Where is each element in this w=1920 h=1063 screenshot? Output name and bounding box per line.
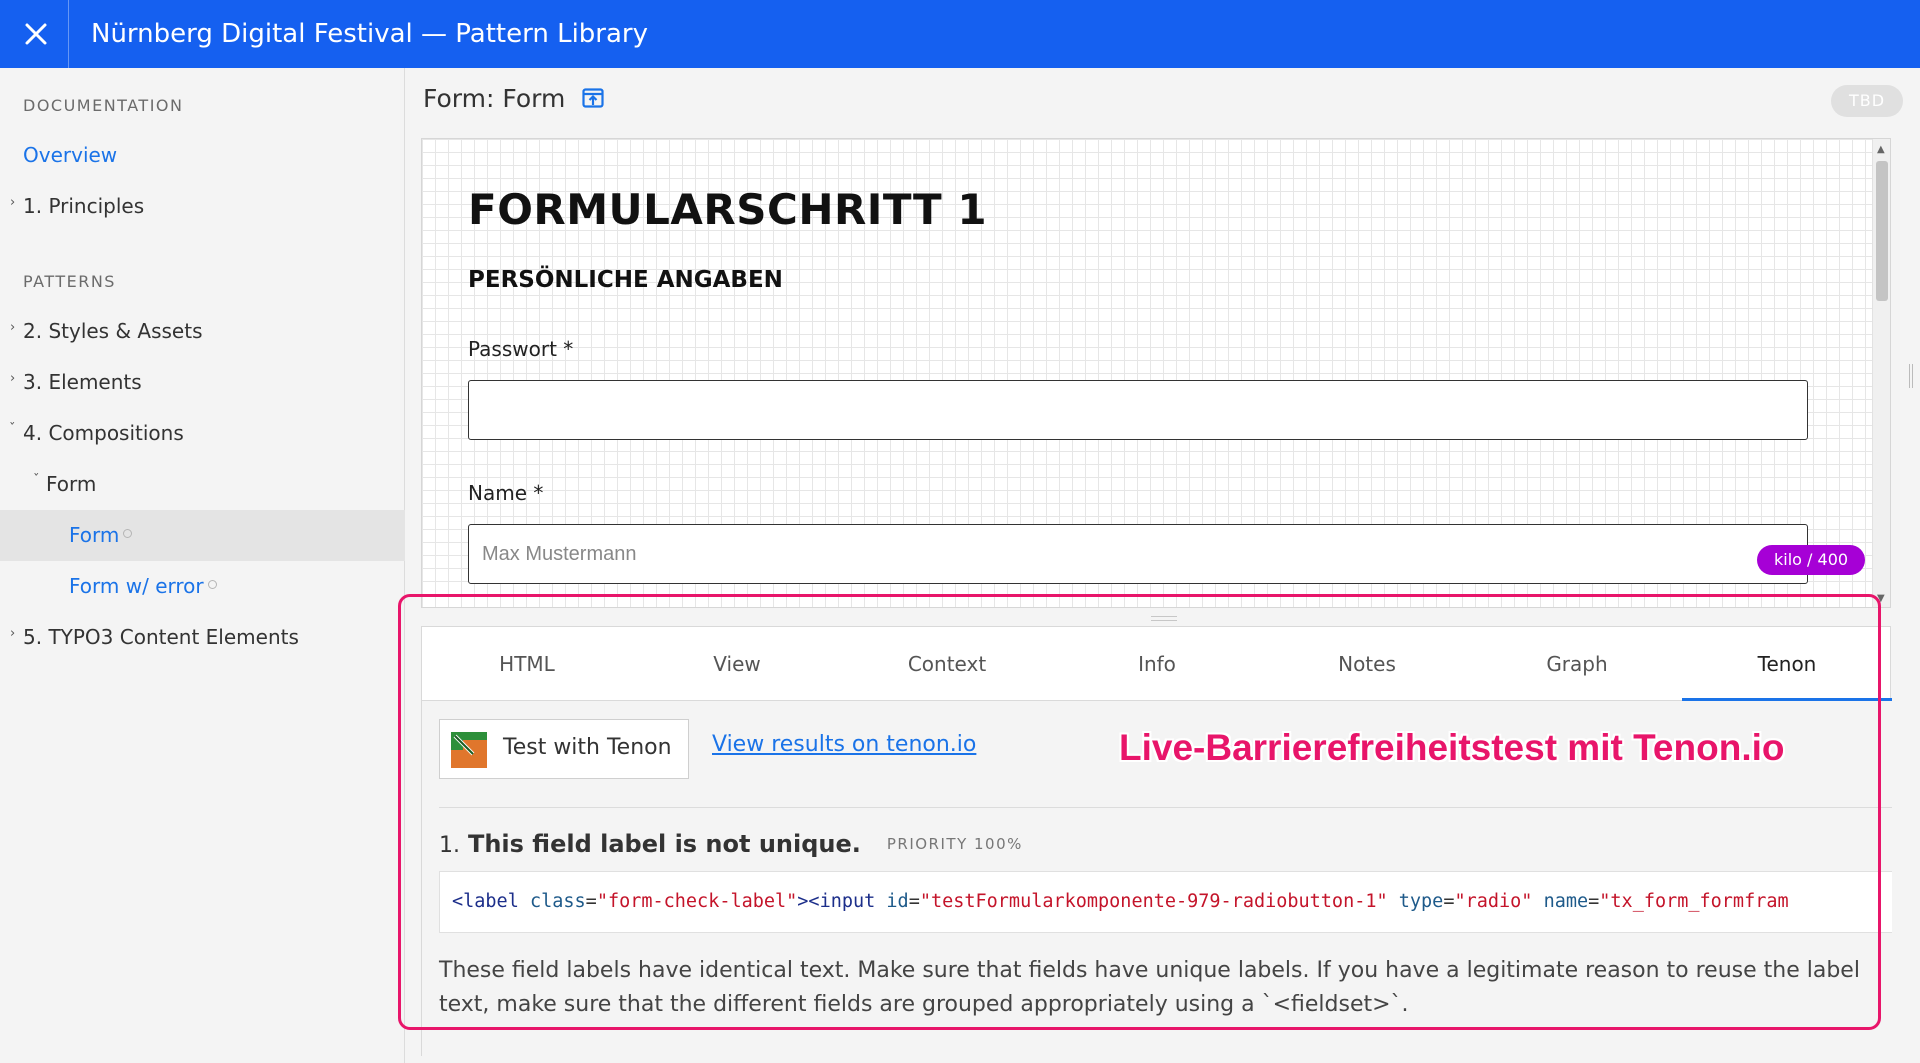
issue-code-snippet: <label class="form-check-label"><input i… <box>439 871 1892 933</box>
sidebar-item-styles-assets[interactable]: › 2. Styles & Assets <box>0 306 405 357</box>
preview-subheading: PERSÖNLICHE ANGABEN <box>468 267 783 293</box>
annotation-caption: Live-Barrierefreiheitstest mit Tenon.io <box>1119 727 1785 768</box>
sidebar-item-label: Form <box>46 472 97 496</box>
code-token: <label <box>452 891 519 912</box>
sidebar-item-elements[interactable]: › 3. Elements <box>0 357 405 408</box>
tenon-panel: Test with Tenon View results on tenon.io… <box>422 701 1892 1057</box>
chevron-down-icon: ˇ <box>9 422 16 437</box>
preview-scrollbar[interactable]: ▲ ▼ <box>1872 139 1890 607</box>
pattern-preview: FORMULARSCHRITT 1 PERSÖNLICHE ANGABEN Pa… <box>421 138 1891 608</box>
sidebar-item-overview[interactable]: Overview <box>0 130 405 181</box>
code-token: class <box>529 891 586 912</box>
tenon-logo-icon <box>451 732 487 774</box>
code-token: "form-check-label" <box>596 891 798 912</box>
panel-tabs: HTML View Context Info Notes Graph Tenon <box>422 627 1892 701</box>
tab-html[interactable]: HTML <box>422 627 632 701</box>
sidebar-heading-documentation: DOCUMENTATION <box>23 96 184 115</box>
tab-notes[interactable]: Notes <box>1262 627 1472 701</box>
preview-height-handle[interactable] <box>1151 616 1177 621</box>
tab-view[interactable]: View <box>632 627 842 701</box>
sidebar-item-label: 2. Styles & Assets <box>23 319 203 343</box>
issue-priority: PRIORITY 100% <box>886 835 1023 853</box>
sidebar-item-label: 4. Compositions <box>23 421 184 445</box>
name-field[interactable] <box>468 524 1808 584</box>
chevron-down-icon: ˇ <box>33 473 40 488</box>
issue-title-text: This field label is not unique. <box>467 830 861 858</box>
tab-context[interactable]: Context <box>842 627 1052 701</box>
status-dot-icon <box>123 529 133 538</box>
tab-tenon[interactable]: Tenon <box>1682 627 1892 701</box>
sidebar-item-label: Overview <box>23 143 118 167</box>
tab-info[interactable]: Info <box>1052 627 1262 701</box>
preview-heading: FORMULARSCHRITT 1 <box>468 185 988 234</box>
issue-title: 1. This field label is not unique. PRIOR… <box>439 829 1023 858</box>
sidebar-item-form-group[interactable]: ˇ Form <box>0 459 405 510</box>
password-field[interactable] <box>468 380 1808 440</box>
code-token: ><input <box>797 891 876 912</box>
sidebar-item-principles[interactable]: › 1. Principles <box>0 181 405 232</box>
viewport-size-badge: kilo / 400 <box>1757 545 1866 575</box>
chevron-right-icon: › <box>10 195 16 210</box>
chevron-right-icon: › <box>10 626 16 641</box>
status-dot-icon <box>207 580 217 589</box>
scroll-up-arrow-icon[interactable]: ▲ <box>1877 144 1885 155</box>
top-bar-divider <box>68 0 69 68</box>
close-icon[interactable] <box>22 20 50 48</box>
chevron-right-icon: › <box>10 320 16 335</box>
sidebar-item-form[interactable]: Form <box>0 510 405 561</box>
scroll-down-arrow-icon[interactable]: ▼ <box>1877 593 1885 604</box>
status-badge: TBD <box>1831 85 1903 117</box>
issue-description: These field labels have identical text. … <box>439 958 1860 1017</box>
code-token: type <box>1398 891 1444 912</box>
page-title-text: Form: Form <box>423 84 566 113</box>
sidebar-heading-patterns: PATTERNS <box>23 272 116 291</box>
sidebar-item-typo3-content-elements[interactable]: › 5. TYPO3 Content Elements <box>0 612 405 663</box>
sidebar-item-form-with-error[interactable]: Form w/ error <box>0 561 405 612</box>
sidebar-item-label: Form <box>69 523 120 547</box>
sidebar-item-label: 1. Principles <box>23 194 145 218</box>
divider <box>439 807 1892 808</box>
top-bar: Nürnberg Digital Festival — Pattern Libr… <box>0 0 1920 68</box>
code-token: "testFormularkomponente-979-radiobutton-… <box>919 891 1388 912</box>
page-title: Form: Form <box>423 84 605 116</box>
tenon-button-label: Test with Tenon <box>503 735 672 760</box>
sidebar-item-compositions[interactable]: ˇ 4. Compositions <box>0 408 405 459</box>
tab-graph[interactable]: Graph <box>1472 627 1682 701</box>
code-token: "tx_form_formfram <box>1599 891 1789 912</box>
info-panel: HTML View Context Info Notes Graph Tenon… <box>421 626 1892 1057</box>
name-label: Name * <box>468 481 544 505</box>
preview-width-handle[interactable] <box>1909 364 1913 388</box>
password-label: Passwort * <box>468 337 574 361</box>
code-token: name <box>1543 891 1589 912</box>
scrollbar-thumb[interactable] <box>1876 161 1888 301</box>
issue-number: 1. <box>439 833 460 858</box>
sidebar: DOCUMENTATION Overview › 1. Principles P… <box>0 68 405 1063</box>
open-in-new-window-icon[interactable] <box>581 86 605 116</box>
sidebar-item-label: Form w/ error <box>69 574 204 598</box>
sidebar-item-label: 3. Elements <box>23 370 142 394</box>
test-with-tenon-button[interactable]: Test with Tenon <box>439 719 689 779</box>
tenon-results-link[interactable]: View results on tenon.io <box>712 732 976 757</box>
code-token: "radio" <box>1454 891 1533 912</box>
main-content: Form: Form TBD FORMULARSCHRITT 1 PERSÖNL… <box>406 68 1920 1063</box>
sidebar-item-label: 5. TYPO3 Content Elements <box>23 625 299 649</box>
app-title: Nürnberg Digital Festival — Pattern Libr… <box>91 19 649 49</box>
code-token: id <box>886 891 909 912</box>
chevron-right-icon: › <box>10 371 16 386</box>
